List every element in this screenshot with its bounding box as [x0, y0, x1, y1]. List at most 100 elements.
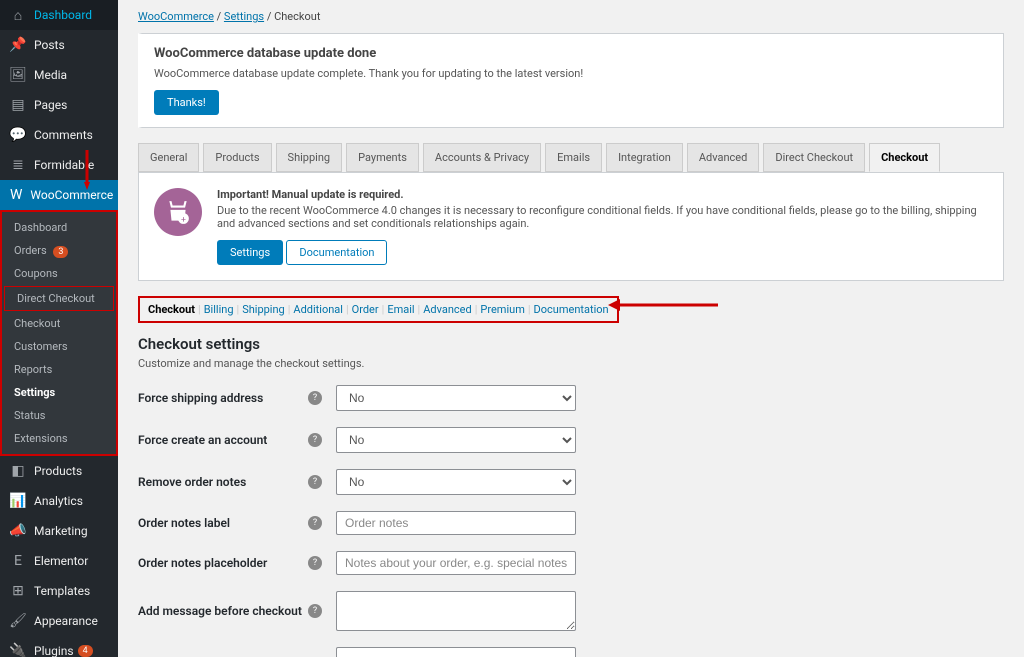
admin-sidebar: ⌂Dashboard📌Posts🖼Media▤Pages💬Comments≣Fo…	[0, 0, 118, 657]
sidebar-item-dashboard[interactable]: ⌂Dashboard	[0, 0, 118, 30]
help-icon[interactable]: ?	[308, 604, 322, 618]
subtab-additional[interactable]: Additional	[293, 303, 343, 316]
annotation-arrow-down	[84, 150, 90, 190]
breadcrumb-woocommerce[interactable]: WooCommerce	[138, 10, 214, 23]
submenu-dashboard[interactable]: Dashboard	[2, 216, 116, 239]
woo-icon: W	[10, 187, 22, 203]
help-icon[interactable]: ?	[308, 556, 322, 570]
elementor-icon: E	[10, 553, 26, 569]
badge: 3	[53, 246, 68, 258]
force-account-select[interactable]: No	[336, 427, 576, 453]
notice-title: WooCommerce database update done	[154, 46, 991, 61]
tab-emails[interactable]: Emails	[545, 143, 602, 172]
subtab-shipping[interactable]: Shipping	[242, 303, 285, 316]
help-icon[interactable]: ?	[308, 433, 322, 447]
tab-checkout[interactable]: Checkout	[869, 143, 940, 172]
breadcrumb-checkout: Checkout	[274, 10, 320, 23]
woocommerce-submenu: DashboardOrders 3CouponsDirect CheckoutC…	[0, 210, 118, 456]
force-shipping-select[interactable]: No	[336, 385, 576, 411]
tab-advanced[interactable]: Advanced	[687, 143, 759, 172]
update-notice: WooCommerce database update done WooComm…	[138, 33, 1004, 128]
submenu-reports[interactable]: Reports	[2, 358, 116, 381]
remove-notes-select[interactable]: No	[336, 469, 576, 495]
tab-products[interactable]: Products	[203, 143, 271, 172]
sidebar-item-posts[interactable]: 📌Posts	[0, 30, 118, 60]
tab-payments[interactable]: Payments	[346, 143, 419, 172]
submenu-status[interactable]: Status	[2, 404, 116, 427]
dashboard-icon: ⌂	[10, 7, 26, 23]
submenu-orders[interactable]: Orders 3	[2, 239, 116, 262]
sidebar-item-appearance[interactable]: 🖌Appearance	[0, 606, 118, 636]
page-icon: ▤	[10, 97, 26, 113]
subtab-billing[interactable]: Billing	[204, 303, 234, 316]
analytics-icon: 📊	[10, 493, 26, 509]
sidebar-item-analytics[interactable]: 📊Analytics	[0, 486, 118, 516]
tab-general[interactable]: General	[138, 143, 199, 172]
submenu-direct-checkout[interactable]: Direct Checkout	[4, 286, 114, 311]
panel-text: Due to the recent WooCommerce 4.0 change…	[217, 204, 988, 230]
remove-notes-label: Remove order notes	[138, 475, 308, 489]
sidebar-item-pages[interactable]: ▤Pages	[0, 90, 118, 120]
subtab-premium[interactable]: Premium	[480, 303, 524, 316]
sidebar-item-products[interactable]: ◧Products	[0, 456, 118, 486]
sidebar-item-plugins[interactable]: 🔌Plugins4	[0, 636, 118, 657]
submenu-checkout[interactable]: Checkout	[2, 312, 116, 335]
tab-accounts-privacy[interactable]: Accounts & Privacy	[423, 143, 541, 172]
tab-shipping[interactable]: Shipping	[276, 143, 343, 172]
help-icon[interactable]: ?	[308, 475, 322, 489]
annotation-arrow-left	[608, 297, 718, 313]
thanks-button[interactable]: Thanks!	[154, 90, 219, 115]
checkout-subtabs: Checkout|Billing|Shipping|Additional|Ord…	[138, 296, 619, 323]
form-icon: ≣	[10, 157, 26, 173]
notice-text: WooCommerce database update complete. Th…	[154, 67, 991, 80]
notes-placeholder-input[interactable]	[336, 551, 576, 575]
sidebar-item-woocommerce[interactable]: WWooCommerce	[0, 180, 118, 210]
update-panel: + Important! Manual update is required. …	[138, 172, 1004, 281]
help-icon[interactable]: ?	[308, 516, 322, 530]
templates-icon: ⊞	[10, 583, 26, 599]
panel-settings-button[interactable]: Settings	[217, 240, 283, 265]
sidebar-item-marketing[interactable]: 📣Marketing	[0, 516, 118, 546]
subtab-email[interactable]: Email	[387, 303, 414, 316]
force-account-label: Force create an account	[138, 433, 308, 447]
panel-docs-button[interactable]: Documentation	[286, 240, 387, 265]
force-shipping-label: Force shipping address	[138, 391, 308, 405]
section-header: Checkout settings Customize and manage t…	[138, 335, 1004, 370]
notes-label-label: Order notes label	[138, 516, 308, 530]
subtab-order[interactable]: Order	[352, 303, 379, 316]
appearance-icon: 🖌	[10, 613, 26, 629]
tab-integration[interactable]: Integration	[606, 143, 683, 172]
msg-after-textarea[interactable]	[336, 647, 576, 657]
badge: 4	[78, 645, 93, 657]
sidebar-item-comments[interactable]: 💬Comments	[0, 120, 118, 150]
submenu-coupons[interactable]: Coupons	[2, 262, 116, 285]
pin-icon: 📌	[10, 37, 26, 53]
plugins-icon: 🔌	[10, 643, 26, 657]
product-icon: ◧	[10, 463, 26, 479]
comment-icon: 💬	[10, 127, 26, 143]
help-icon[interactable]: ?	[308, 391, 322, 405]
notes-placeholder-label: Order notes placeholder	[138, 556, 308, 570]
subtab-checkout[interactable]: Checkout	[148, 303, 195, 316]
svg-text:+: +	[181, 215, 186, 225]
msg-before-label: Add message before checkout	[138, 604, 308, 618]
marketing-icon: 📣	[10, 523, 26, 539]
sidebar-item-elementor[interactable]: EElementor	[0, 546, 118, 576]
panel-title: Important! Manual update is required.	[217, 188, 988, 201]
main-content: WooCommerce / Settings / Checkout WooCom…	[118, 0, 1024, 657]
sidebar-item-media[interactable]: 🖼Media	[0, 60, 118, 90]
sidebar-item-templates[interactable]: ⊞Templates	[0, 576, 118, 606]
subtab-documentation[interactable]: Documentation	[534, 303, 609, 316]
media-icon: 🖼	[10, 67, 26, 83]
msg-before-textarea[interactable]	[336, 591, 576, 631]
sidebar-item-formidable[interactable]: ≣Formidable	[0, 150, 118, 180]
subtab-advanced[interactable]: Advanced	[423, 303, 471, 316]
tab-direct-checkout[interactable]: Direct Checkout	[763, 143, 865, 172]
section-title: Checkout settings	[138, 335, 1004, 353]
submenu-customers[interactable]: Customers	[2, 335, 116, 358]
submenu-extensions[interactable]: Extensions	[2, 427, 116, 450]
submenu-settings[interactable]: Settings	[2, 381, 116, 404]
breadcrumb-settings[interactable]: Settings	[224, 10, 264, 23]
notes-label-input[interactable]	[336, 511, 576, 535]
settings-tabs: GeneralProductsShippingPaymentsAccounts …	[138, 143, 1004, 172]
